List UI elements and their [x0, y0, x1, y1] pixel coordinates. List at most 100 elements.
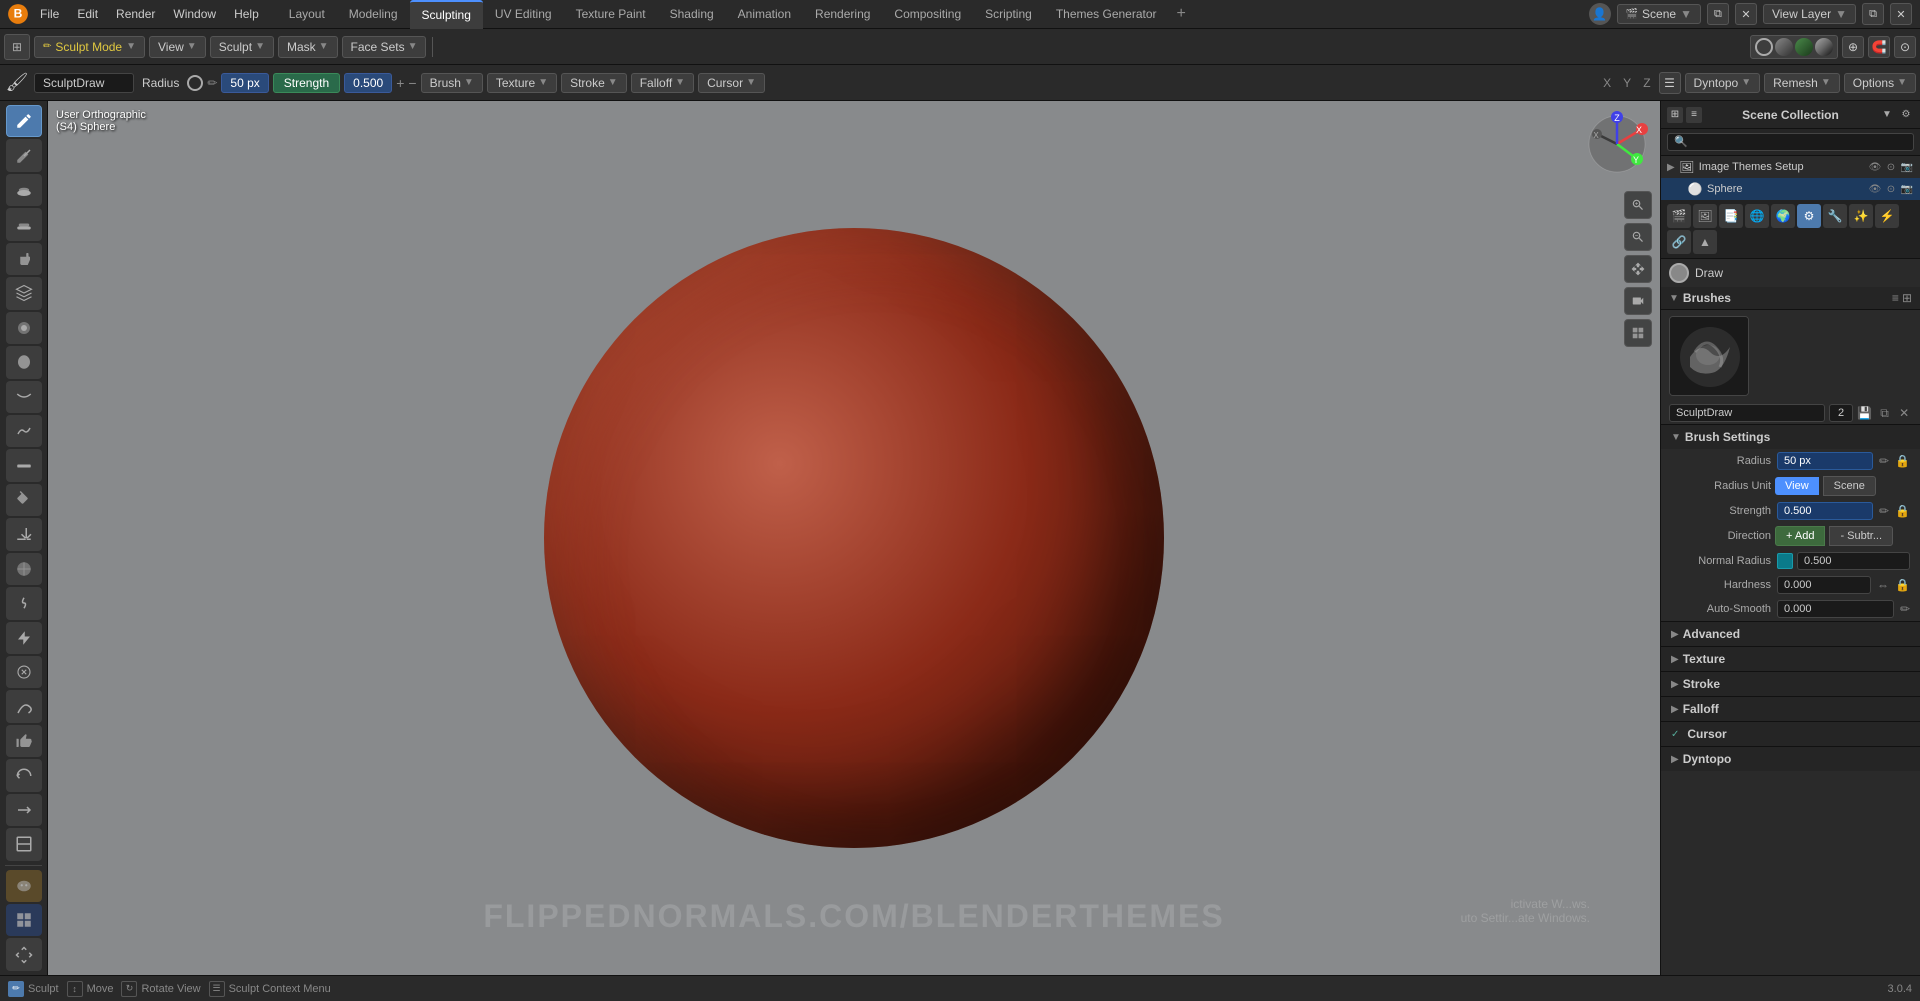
scene-selector[interactable]: 🎬 Scene ▼ [1617, 4, 1701, 24]
auto-smooth-value[interactable]: 0.000 [1777, 600, 1894, 618]
symmetry-icon[interactable]: ☰ [1659, 72, 1681, 94]
tab-sculpting[interactable]: Sculpting [410, 0, 483, 29]
material-icon[interactable] [1795, 38, 1813, 56]
world-properties-icon[interactable]: 🌍 [1771, 204, 1795, 228]
remesh-dropdown[interactable]: Remesh ▼ [1764, 73, 1840, 93]
viewport-gizmo[interactable]: X X Y Z [1582, 109, 1652, 179]
tool-smooth[interactable] [6, 415, 42, 447]
cursor-dropdown[interactable]: Cursor ▼ [698, 73, 765, 93]
view-button[interactable]: View [1775, 477, 1819, 495]
radius-prop-value[interactable]: 50 px [1777, 452, 1873, 470]
stroke-dropdown[interactable]: Stroke ▼ [561, 73, 627, 93]
brushes-expand-icon[interactable]: ≡ [1892, 291, 1899, 305]
dyntopo-section-header[interactable]: ▶ Dyntopo [1661, 746, 1920, 771]
item-visibility-icon[interactable]: 👁 [1868, 160, 1882, 174]
snap-icon[interactable]: 🧲 [1868, 36, 1890, 58]
rendered-icon[interactable] [1815, 38, 1833, 56]
tool-clay-strips[interactable] [6, 208, 42, 240]
advanced-section-header[interactable]: ▶ Advanced [1661, 621, 1920, 646]
tool-fill[interactable] [6, 484, 42, 516]
zoom-out-icon[interactable] [1624, 223, 1652, 251]
tool-crease[interactable] [6, 381, 42, 413]
tool-draw[interactable] [6, 105, 42, 137]
brush-name-input[interactable] [34, 73, 134, 93]
particle-properties-icon[interactable]: ✨ [1849, 204, 1873, 228]
tool-transform[interactable] [6, 938, 42, 970]
sphere-visibility-icon[interactable]: 👁 [1868, 182, 1882, 196]
view-layer-selector[interactable]: View Layer ▼ [1763, 4, 1856, 24]
outliner-search-input[interactable] [1667, 133, 1914, 151]
tool-boundary[interactable] [6, 828, 42, 860]
subtr-direction-button[interactable]: - Subtr... [1829, 526, 1893, 546]
tool-pinch[interactable] [6, 587, 42, 619]
view-menu[interactable]: View ▼ [149, 36, 206, 58]
physics-properties-icon[interactable]: ⚡ [1875, 204, 1899, 228]
normal-radius-color-swatch[interactable] [1777, 553, 1793, 569]
brush-name-field[interactable] [1669, 404, 1825, 422]
user-icon[interactable]: 👤 [1589, 3, 1611, 25]
zoom-in-icon[interactable] [1624, 191, 1652, 219]
brush-dropdown[interactable]: Brush ▼ [421, 73, 483, 93]
dyntopo-dropdown[interactable]: Dyntopo ▼ [1685, 73, 1761, 93]
tool-draw-sharp[interactable] [6, 139, 42, 171]
modifier-properties-icon[interactable]: 🔧 [1823, 204, 1847, 228]
z-axis-label[interactable]: Z [1639, 76, 1654, 90]
strength-value[interactable]: 0.500 [344, 73, 392, 93]
output-properties-icon[interactable]: 🖼 [1693, 204, 1717, 228]
texture-section-header[interactable]: ▶ Texture [1661, 646, 1920, 671]
mask-menu[interactable]: Mask ▼ [278, 36, 338, 58]
brush-save-icon[interactable]: 💾 [1857, 405, 1873, 421]
tab-scripting[interactable]: Scripting [973, 0, 1044, 29]
scene-button[interactable]: Scene [1823, 476, 1876, 496]
constraint-properties-icon[interactable]: 🔗 [1667, 230, 1691, 254]
solid-icon[interactable] [1775, 38, 1793, 56]
object-properties-icon[interactable]: ⚙ [1797, 204, 1821, 228]
strength-pen-icon[interactable]: ✏ [1879, 504, 1889, 518]
texture-dropdown[interactable]: Texture ▼ [487, 73, 557, 93]
hardness-value[interactable]: 0.000 [1777, 576, 1871, 594]
tool-layer[interactable] [6, 277, 42, 309]
tool-face-set[interactable] [6, 904, 42, 936]
tool-snake-hook[interactable] [6, 690, 42, 722]
radius-lock-icon[interactable]: 🔒 [1895, 454, 1910, 468]
tool-inflate[interactable] [6, 312, 42, 344]
render-properties-icon[interactable]: 🎬 [1667, 204, 1691, 228]
data-properties-icon[interactable]: ▲ [1693, 230, 1717, 254]
panel-settings-icon[interactable]: ⚙ [1898, 107, 1914, 123]
brush-delete-icon[interactable]: ✕ [1896, 405, 1912, 421]
tool-scrape[interactable] [6, 518, 42, 550]
options-dropdown[interactable]: Options ▼ [1844, 73, 1916, 93]
falloff-dropdown[interactable]: Falloff ▼ [631, 73, 694, 93]
add-workspace-tab[interactable]: + [1169, 1, 1194, 27]
cursor-section-header[interactable]: ✓ Cursor [1661, 721, 1920, 746]
move-view-icon[interactable] [1624, 255, 1652, 283]
face-sets-menu[interactable]: Face Sets ▼ [342, 36, 427, 58]
item-render-icon[interactable]: 📷 [1900, 160, 1914, 174]
view-layer-close-icon[interactable]: ✕ [1890, 3, 1912, 25]
falloff-section-header[interactable]: ▶ Falloff [1661, 696, 1920, 721]
view-layer-copy-icon[interactable]: ⧉ [1862, 3, 1884, 25]
brushes-more-icon[interactable]: ⊞ [1902, 291, 1912, 305]
menu-render[interactable]: Render [108, 4, 163, 24]
tab-shading[interactable]: Shading [658, 0, 726, 29]
tab-compositing[interactable]: Compositing [882, 0, 973, 29]
blender-logo[interactable]: B [6, 2, 30, 26]
sphere-viewport-icon[interactable]: ⊙ [1884, 182, 1898, 196]
radius-pen-icon[interactable]: ✏ [1879, 454, 1889, 468]
mode-selector[interactable]: ✏ Sculpt Mode ▼ [34, 36, 145, 58]
stroke-section-header[interactable]: ▶ Stroke [1661, 671, 1920, 696]
camera-icon[interactable] [1624, 287, 1652, 315]
tool-slide-relax[interactable] [6, 794, 42, 826]
panel-icon-1[interactable]: ⊞ [1667, 107, 1683, 123]
viewport[interactable]: User Orthographic (S4) Sphere FLIPPEDNOR… [48, 101, 1660, 975]
scene-copy-icon[interactable]: ⧉ [1707, 3, 1729, 25]
strength-prop-value[interactable]: 0.500 [1777, 502, 1873, 520]
brushes-collapse-icon[interactable]: ▼ [1669, 293, 1679, 304]
tab-modeling[interactable]: Modeling [337, 0, 410, 29]
tool-grab[interactable] [6, 622, 42, 654]
normal-radius-value[interactable]: 0.500 [1797, 552, 1910, 570]
menu-help[interactable]: Help [226, 4, 267, 24]
y-axis-label[interactable]: Y [1619, 76, 1635, 90]
x-axis-label[interactable]: X [1599, 76, 1615, 90]
grid-view-icon[interactable] [1624, 319, 1652, 347]
